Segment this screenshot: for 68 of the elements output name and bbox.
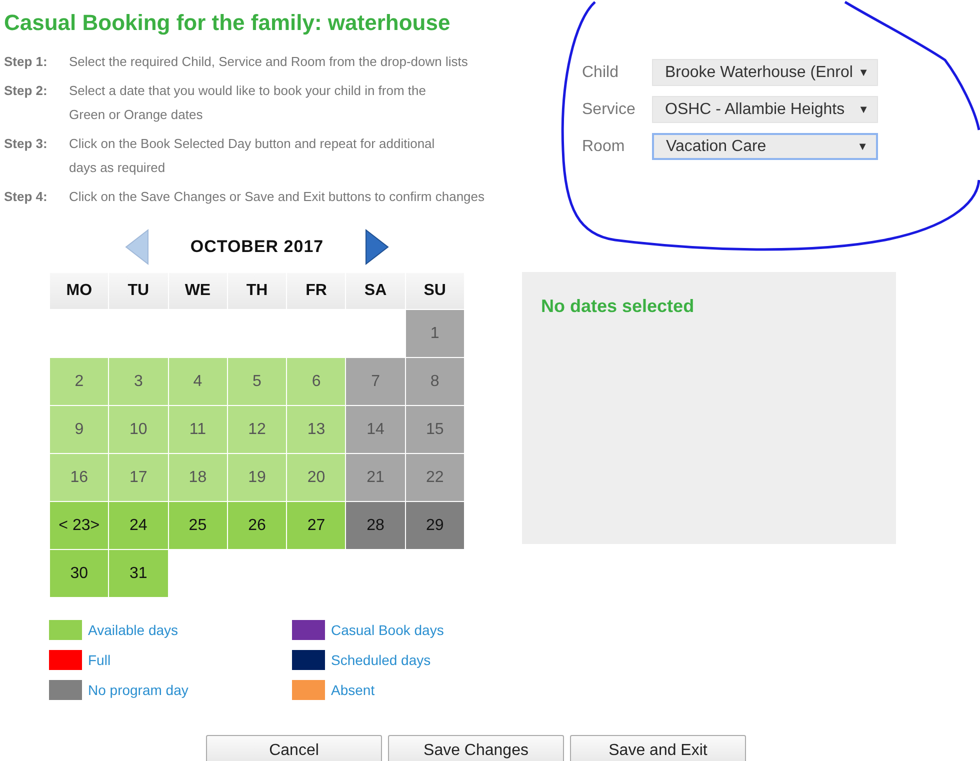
day-cell[interactable]: 8 [406,358,464,405]
action-button[interactable]: Cancel [206,735,382,761]
legend-label: Available days [88,622,178,638]
empty-message: No dates selected [541,296,696,317]
weekday-header: MO [50,273,108,309]
day-cell[interactable]: 15 [406,406,464,453]
day-cell[interactable]: 16 [50,454,108,501]
day-cell[interactable]: 25 [168,502,227,549]
day-cell[interactable]: 12 [228,406,286,453]
day-cell[interactable]: 27 [287,502,346,549]
step-label: Step 3: [4,135,48,153]
caret-icon: ▼ [858,66,869,78]
action-button[interactable]: Save Changes [388,735,564,761]
day-cell[interactable]: 11 [168,406,227,453]
weekday-header: SA [346,273,405,309]
legend-label: No program day [88,682,188,698]
day-cell[interactable]: 4 [168,358,227,405]
step-label: Step 1: [4,53,48,71]
weekday-header: TU [109,273,168,309]
day-cell[interactable]: 20 [287,454,346,501]
step-label: Step 2: [4,82,48,100]
day-cell[interactable]: 18 [168,454,227,501]
step-text: Select the required Child, Service and Room from the drop-down lists [69,53,469,71]
step-text: Click on the Book Selected Day button and repeat for additional days as required [69,135,436,177]
page-title: Casual Booking for the family: waterhouse [4,10,452,36]
legend-label: Casual Book days [331,622,444,638]
field-label: Service [582,100,636,118]
legend-label: Absent [331,682,375,698]
day-cell[interactable]: 1 [406,310,464,357]
day-cell[interactable]: 9 [50,406,108,453]
weekday-header: SU [406,273,464,309]
month-title: OCTOBER 2017 [190,237,324,257]
day-cell[interactable]: 19 [228,454,286,501]
dropdown[interactable]: OSHC - Allambie Heights ▼ [652,96,878,123]
day-cell[interactable]: 31 [109,550,168,597]
next-month-button[interactable] [364,228,390,266]
dropdown[interactable]: Brooke Waterhouse (Enrol ▼ [652,59,878,86]
step-text: Select a date that you would like to book your child in from the Green or Orange dates [69,82,427,124]
weekday-header: WE [168,273,227,309]
step-text: Click on the Save Changes or Save and Exit buttons to confirm changes [69,188,486,206]
day-cell[interactable]: 6 [287,358,346,405]
day-cell[interactable]: 10 [109,406,168,453]
field-label: Child [582,64,620,82]
action-button[interactable]: Save and Exit [570,735,746,761]
caret-icon: ▼ [857,140,868,152]
day-cell[interactable]: 22 [406,454,464,501]
dropdown[interactable]: Vacation Care ▼ [652,133,878,160]
day-cell[interactable]: 5 [228,358,286,405]
day-cell[interactable]: 7 [346,358,405,405]
day-cell[interactable]: 14 [346,406,405,453]
weekday-header: FR [287,273,346,309]
day-cell[interactable]: 13 [287,406,346,453]
day-cell[interactable]: 26 [228,502,286,549]
field-label: Room [582,138,626,156]
caret-icon: ▼ [858,104,869,116]
day-cell[interactable]: 21 [346,454,405,501]
step-label: Step 4: [4,188,48,206]
day-cell[interactable]: 17 [109,454,168,501]
legend-label: Full [88,652,111,668]
legend-label: Scheduled days [331,652,431,668]
day-cell[interactable]: 29 [406,502,464,549]
day-cell[interactable]: 24 [109,502,168,549]
day-cell[interactable]: 28 [346,502,405,549]
day-cell[interactable]: 3 [109,358,168,405]
weekday-header: TH [228,273,286,309]
day-cell[interactable]: < 23> [50,502,108,549]
day-cell[interactable]: 2 [50,358,108,405]
day-cell[interactable]: 30 [50,550,108,597]
